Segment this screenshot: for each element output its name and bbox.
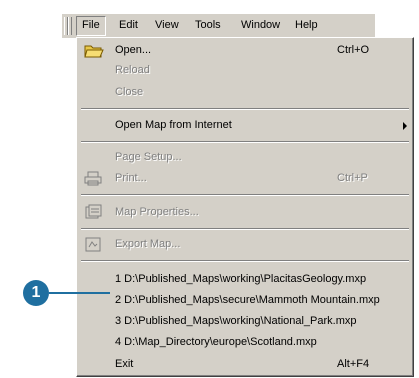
export-map-icon [83, 236, 105, 253]
menu-item-label: 1 D:\Published_Maps\working\PlacitasGeol… [115, 273, 367, 285]
menu-item-shortcut: Alt+F4 [337, 358, 370, 370]
menu-item-label: 4 D:\Map_Directory\europe\Scotland.mxp [115, 336, 317, 348]
menu-help[interactable]: Help [290, 16, 323, 34]
menu-item-recent-file[interactable]: 3 D:\Published_Maps\working\National_Par… [79, 312, 411, 331]
menu-item-shortcut: Ctrl+O [337, 44, 370, 56]
menu-item-label: 2 D:\Published_Maps\secure\Mammoth Mount… [115, 294, 380, 306]
menu-separator [81, 194, 409, 196]
menu-edit[interactable]: Edit [114, 16, 143, 34]
menu-item-recent-file[interactable]: 2 D:\Published_Maps\secure\Mammoth Mount… [79, 291, 411, 310]
menu-item-open-map-from-internet[interactable]: Open Map from Internet [79, 116, 411, 135]
menu-item-label: Open... [115, 44, 152, 56]
menu-item-reload[interactable]: Reload [79, 61, 411, 80]
printer-icon [83, 170, 105, 187]
callout-marker: 1 [23, 280, 49, 306]
toolbar-grip[interactable] [68, 17, 72, 35]
menu-item-shortcut: Ctrl+P [337, 172, 368, 184]
menu-item-page-setup[interactable]: Page Setup... [79, 148, 411, 167]
file-menu-dropdown: Open... Ctrl+O Reload Close Open Map fro… [76, 37, 414, 377]
menu-separator [81, 228, 409, 230]
menu-item-label: 3 D:\Published_Maps\working\National_Par… [115, 315, 357, 327]
menu-separator [81, 141, 409, 143]
menu-window[interactable]: Window [236, 16, 285, 34]
menu-item-recent-file[interactable]: 4 D:\Map_Directory\europe\Scotland.mxp [79, 333, 411, 352]
open-folder-icon [83, 42, 105, 59]
menu-view[interactable]: View [150, 16, 184, 34]
menu-item-recent-file[interactable]: 1 D:\Published_Maps\working\PlacitasGeol… [79, 270, 411, 289]
map-properties-icon [83, 204, 105, 221]
menu-item-export-map[interactable]: Export Map... [79, 235, 411, 254]
menu-item-label: Map Properties... [115, 206, 199, 218]
menu-item-label: Close [115, 86, 144, 98]
menu-item-close[interactable]: Close [79, 83, 411, 102]
menu-item-label: Export Map... [115, 238, 181, 250]
menu-item-exit[interactable]: Exit Alt+F4 [79, 355, 411, 374]
menu-bar: File Edit View Tools Window Help [62, 14, 375, 38]
menu-separator [81, 260, 409, 262]
submenu-arrow-icon [403, 122, 407, 130]
menu-item-label: Print... [115, 172, 147, 184]
menu-item-label: Reload [115, 64, 150, 76]
menu-item-open[interactable]: Open... Ctrl+O [79, 41, 411, 60]
menu-tools[interactable]: Tools [190, 16, 226, 34]
menu-file[interactable]: File [76, 16, 106, 36]
menu-item-label: Exit [115, 358, 134, 370]
menu-item-print[interactable]: Print... Ctrl+P [79, 169, 411, 188]
menu-item-map-properties[interactable]: Map Properties... [79, 203, 411, 222]
menu-item-label: Page Setup... [115, 151, 182, 163]
callout-line [49, 292, 110, 294]
menu-separator [81, 108, 409, 110]
menu-item-label: Open Map from Internet [115, 119, 232, 131]
